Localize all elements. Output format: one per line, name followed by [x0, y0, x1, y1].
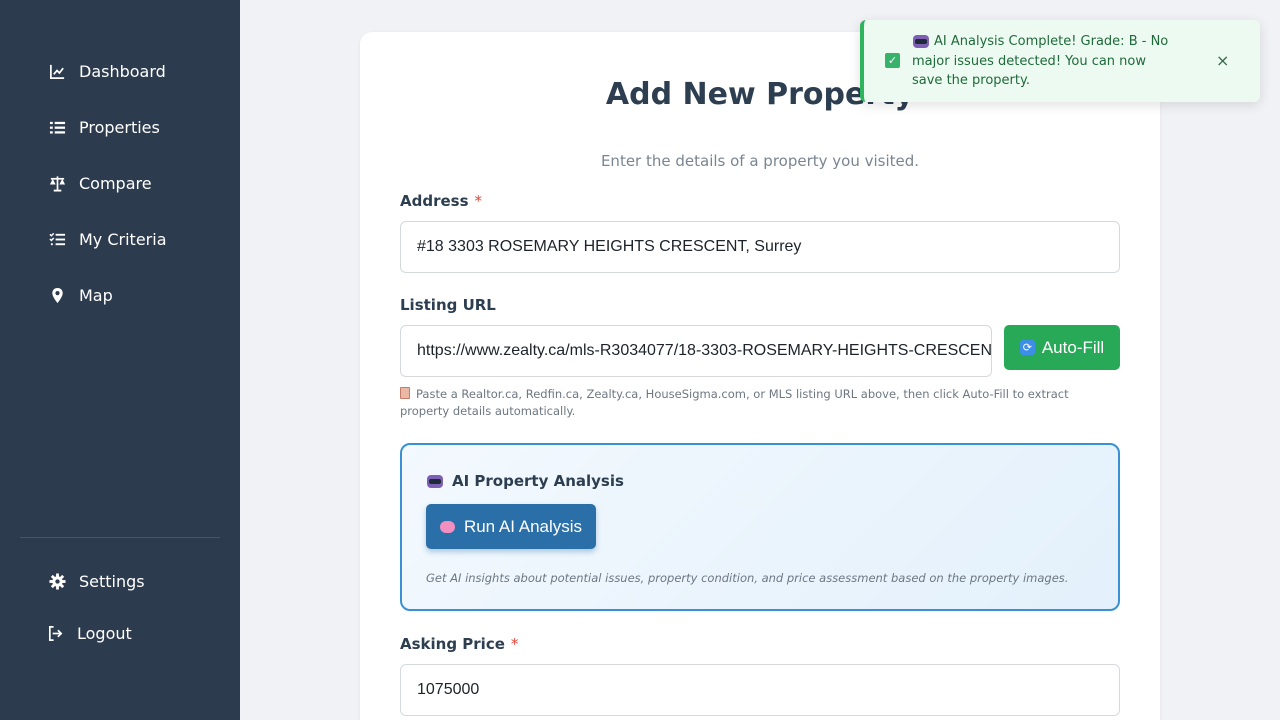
success-toast: ✓ AI Analysis Complete! Grade: B - No ma…	[860, 20, 1260, 102]
sidebar-item-settings[interactable]: Settings	[48, 572, 145, 591]
sidebar-divider	[20, 537, 220, 538]
sidebar-item-logout[interactable]: Logout	[46, 624, 132, 643]
robot-icon	[426, 473, 444, 489]
sidebar-item-compare[interactable]: Compare	[48, 174, 152, 193]
sidebar-item-label: My Criteria	[79, 230, 167, 249]
chart-line-icon	[48, 63, 66, 81]
check-icon: ✓	[885, 53, 900, 68]
gear-icon	[48, 573, 66, 591]
listing-url-input[interactable]: https://www.zealty.ca/mls-R3034077/18-33…	[400, 325, 992, 377]
run-ai-analysis-button[interactable]: Run AI Analysis	[426, 504, 596, 549]
sidebar-item-label: Map	[79, 286, 113, 305]
listing-url-label: Listing URL	[400, 296, 496, 314]
checklist-icon	[48, 231, 66, 249]
asking-price-label-text: Asking Price	[400, 635, 505, 653]
logout-icon	[46, 625, 64, 643]
auto-fill-label: Auto-Fill	[1041, 337, 1105, 357]
close-icon[interactable]: ×	[1216, 51, 1229, 70]
ai-analysis-heading: AI Property Analysis	[426, 472, 624, 490]
map-pin-icon	[48, 287, 66, 305]
required-mark: *	[474, 192, 483, 210]
sidebar-item-label: Compare	[79, 174, 152, 193]
sidebar-item-my-criteria[interactable]: My Criteria	[48, 230, 167, 249]
brain-icon	[439, 520, 455, 533]
clipboard-icon	[400, 387, 410, 399]
helper-text: Paste a Realtor.ca, Redfin.ca, Zealty.ca…	[400, 387, 1069, 418]
sidebar-item-label: Properties	[79, 118, 160, 137]
ai-analysis-note: Get AI insights about potential issues, …	[426, 571, 1069, 585]
list-icon	[48, 119, 66, 137]
address-label-text: Address	[400, 192, 469, 210]
sidebar-item-label: Logout	[77, 624, 132, 643]
toast-message: AI Analysis Complete! Grade: B - No majo…	[912, 32, 1172, 91]
ai-analysis-panel: AI Property Analysis Run AI Analysis Get…	[400, 443, 1120, 611]
sidebar-item-dashboard[interactable]: Dashboard	[48, 62, 166, 81]
sidebar-item-label: Dashboard	[79, 62, 166, 81]
ai-analysis-title: AI Property Analysis	[452, 472, 624, 490]
sidebar-item-map[interactable]: Map	[48, 286, 113, 305]
sidebar-item-label: Settings	[79, 572, 145, 591]
address-label: Address *	[400, 192, 482, 210]
asking-price-input[interactable]: 1075000	[400, 664, 1120, 716]
add-property-card: Add New Property Enter the details of a …	[360, 32, 1160, 720]
asking-price-label: Asking Price *	[400, 635, 518, 653]
auto-fill-button[interactable]: ⟳ Auto-Fill	[1004, 325, 1120, 370]
toast-message-text: AI Analysis Complete! Grade: B - No majo…	[912, 34, 1169, 88]
scale-icon	[48, 175, 66, 193]
sidebar-item-properties[interactable]: Properties	[48, 118, 160, 137]
page-subtitle: Enter the details of a property you visi…	[600, 152, 920, 170]
robot-icon	[912, 33, 929, 48]
sidebar: Dashboard Properties Compare My Criteria…	[0, 0, 240, 720]
refresh-icon: ⟳	[1019, 340, 1035, 355]
run-ai-analysis-label: Run AI Analysis	[463, 516, 583, 536]
address-input[interactable]: #18 3303 ROSEMARY HEIGHTS CRESCENT, Surr…	[400, 221, 1120, 273]
listing-url-helper: Paste a Realtor.ca, Redfin.ca, Zealty.ca…	[400, 386, 1110, 420]
required-mark: *	[510, 635, 519, 653]
